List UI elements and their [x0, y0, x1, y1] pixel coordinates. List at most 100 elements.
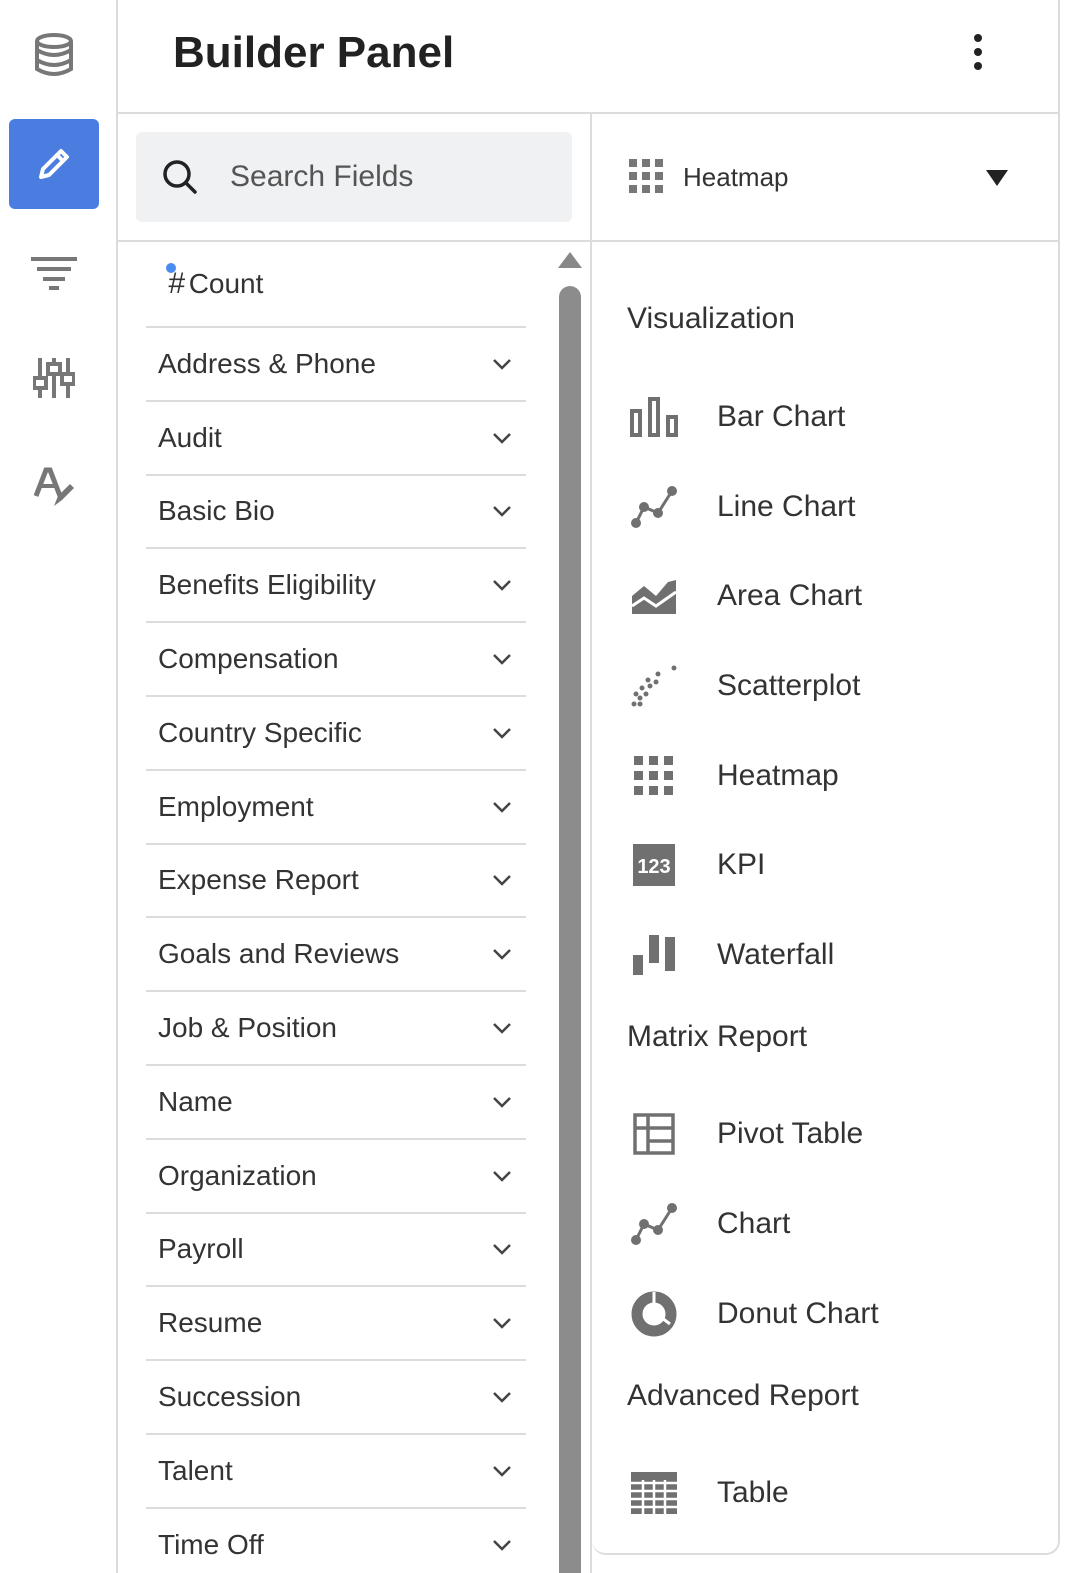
kebab-dot-icon [974, 62, 982, 70]
field-group-row[interactable]: Name [146, 1066, 526, 1140]
field-group-row[interactable]: Audit [146, 402, 526, 476]
field-group-row[interactable]: Job & Position [146, 992, 526, 1066]
field-group-label: Benefits Eligibility [158, 569, 376, 601]
selected-chart-type: Heatmap [683, 162, 789, 192]
table-icon [628, 1467, 680, 1519]
svg-text:123: 123 [637, 856, 670, 878]
section-heading: Matrix Report [627, 1020, 808, 1053]
data-source-button[interactable] [9, 10, 99, 100]
caret-down-icon [986, 170, 1008, 186]
section-heading: Visualization [627, 302, 795, 335]
chevron-down-icon [493, 875, 511, 887]
visualization-option-label: Area Chart [717, 579, 863, 612]
field-group-label: Succession [158, 1381, 302, 1413]
visualization-option[interactable]: Waterfall [592, 920, 1058, 990]
database-icon [35, 33, 73, 76]
field-group-row[interactable]: Succession [146, 1361, 526, 1435]
scrollbar-thumb[interactable] [559, 286, 581, 1573]
search-placeholder: Search Fields [230, 160, 414, 193]
section-heading: Advanced Report [627, 1379, 859, 1412]
chevron-down-icon [493, 580, 511, 592]
count-field[interactable]: # Count [146, 242, 526, 328]
field-group-label: Employment [158, 790, 314, 822]
more-options-button[interactable] [963, 30, 993, 74]
visualization-option[interactable]: Heatmap [592, 741, 1058, 811]
visualization-option[interactable]: Table [592, 1458, 1058, 1528]
chevron-down-icon [493, 1539, 511, 1551]
bar-chart-icon [628, 391, 680, 443]
status-dot-icon [166, 263, 176, 273]
field-group-row[interactable]: Compensation [146, 623, 526, 697]
builder-button[interactable] [9, 119, 99, 209]
field-group-row[interactable]: Address & Phone [146, 328, 526, 402]
scatterplot-icon [628, 660, 680, 712]
field-group-label: Goals and Reviews [158, 938, 400, 970]
search-input[interactable]: Search Fields [136, 132, 572, 222]
visualization-option[interactable]: Pivot Table [592, 1099, 1058, 1169]
donut-chart-icon [628, 1288, 680, 1340]
settings-button[interactable] [9, 333, 99, 423]
chevron-down-icon [493, 727, 511, 739]
count-label: Count [188, 268, 264, 299]
kebab-dot-icon [974, 48, 982, 56]
visualization-option-label: Scatterplot [717, 669, 861, 702]
field-group-row[interactable]: Resume [146, 1287, 526, 1362]
heatmap-icon [628, 750, 680, 802]
field-group-row[interactable]: Expense Report [146, 845, 526, 919]
visualization-option[interactable]: Area Chart [592, 561, 1058, 631]
field-group-label: Talent [158, 1454, 233, 1486]
visualization-option-label: Pivot Table [717, 1117, 864, 1150]
field-group-row[interactable]: Benefits Eligibility [146, 549, 526, 624]
field-group-row[interactable]: Talent [146, 1435, 526, 1509]
chevron-down-icon [493, 359, 511, 370]
visualization-option-label: Table [717, 1476, 789, 1509]
field-group-row[interactable]: Employment [146, 771, 526, 845]
visualization-option-label: Chart [717, 1207, 791, 1240]
visualization-option[interactable]: Scatterplot [592, 651, 1058, 721]
field-list: # Count Address & Phone Audit Basic Bio Ben… [146, 242, 526, 1573]
visualization-option-label: Waterfall [717, 938, 835, 971]
visualization-option-label: Bar Chart [717, 400, 846, 433]
visualization-option[interactable]: Chart [592, 1189, 1058, 1259]
visualization-option-label: KPI [717, 848, 766, 881]
chevron-down-icon [493, 432, 511, 444]
chevron-down-icon [493, 1023, 511, 1034]
chevron-down-icon [493, 801, 511, 813]
field-group-row[interactable]: Country Specific [146, 697, 526, 771]
visualization-option[interactable]: Donut Chart [592, 1279, 1058, 1349]
heatmap-icon [629, 159, 663, 193]
panel-header: Builder Panel [118, 0, 1060, 114]
scroll-up-arrow-icon[interactable] [558, 252, 582, 268]
field-group-label: Name [158, 1085, 233, 1117]
visualization-option-label: Line Chart [717, 490, 856, 523]
visualization-option-label: Heatmap [717, 759, 839, 792]
field-group-label: Payroll [158, 1233, 244, 1265]
chevron-down-icon [493, 1244, 511, 1256]
chevron-down-icon [493, 949, 511, 961]
line-chart-icon [628, 481, 680, 533]
filter-icon [31, 257, 77, 290]
kebab-dot-icon [974, 34, 982, 42]
visualization-option[interactable]: 123 KPI [592, 830, 1058, 900]
chevron-down-icon [493, 1096, 511, 1108]
visualization-option[interactable]: Line Chart [592, 472, 1058, 542]
visualization-option[interactable]: Bar Chart [592, 382, 1058, 452]
field-group-label: Country Specific [158, 716, 362, 748]
visualization-option-label: Donut Chart [717, 1297, 879, 1330]
pencil-icon [39, 149, 69, 179]
visualization-panel: Heatmap Visualization Bar Chart Line Chart… [592, 114, 1060, 1555]
field-group-row[interactable]: Time Off [146, 1509, 526, 1573]
field-group-label: Expense Report [158, 864, 359, 896]
field-group-row[interactable]: Payroll [146, 1214, 526, 1288]
field-group-row[interactable]: Basic Bio [146, 476, 526, 550]
sliders-icon [33, 358, 75, 398]
chart-type-dropdown[interactable]: Heatmap [592, 114, 1058, 242]
format-button[interactable] [9, 443, 99, 533]
field-group-label: Organization [158, 1159, 317, 1191]
field-group-row[interactable]: Organization [146, 1140, 526, 1214]
waterfall-icon [628, 929, 680, 981]
field-group-label: Job & Position [158, 1012, 337, 1044]
page-title: Builder Panel [173, 28, 455, 77]
filter-button[interactable] [9, 228, 99, 318]
field-group-row[interactable]: Goals and Reviews [146, 918, 526, 993]
